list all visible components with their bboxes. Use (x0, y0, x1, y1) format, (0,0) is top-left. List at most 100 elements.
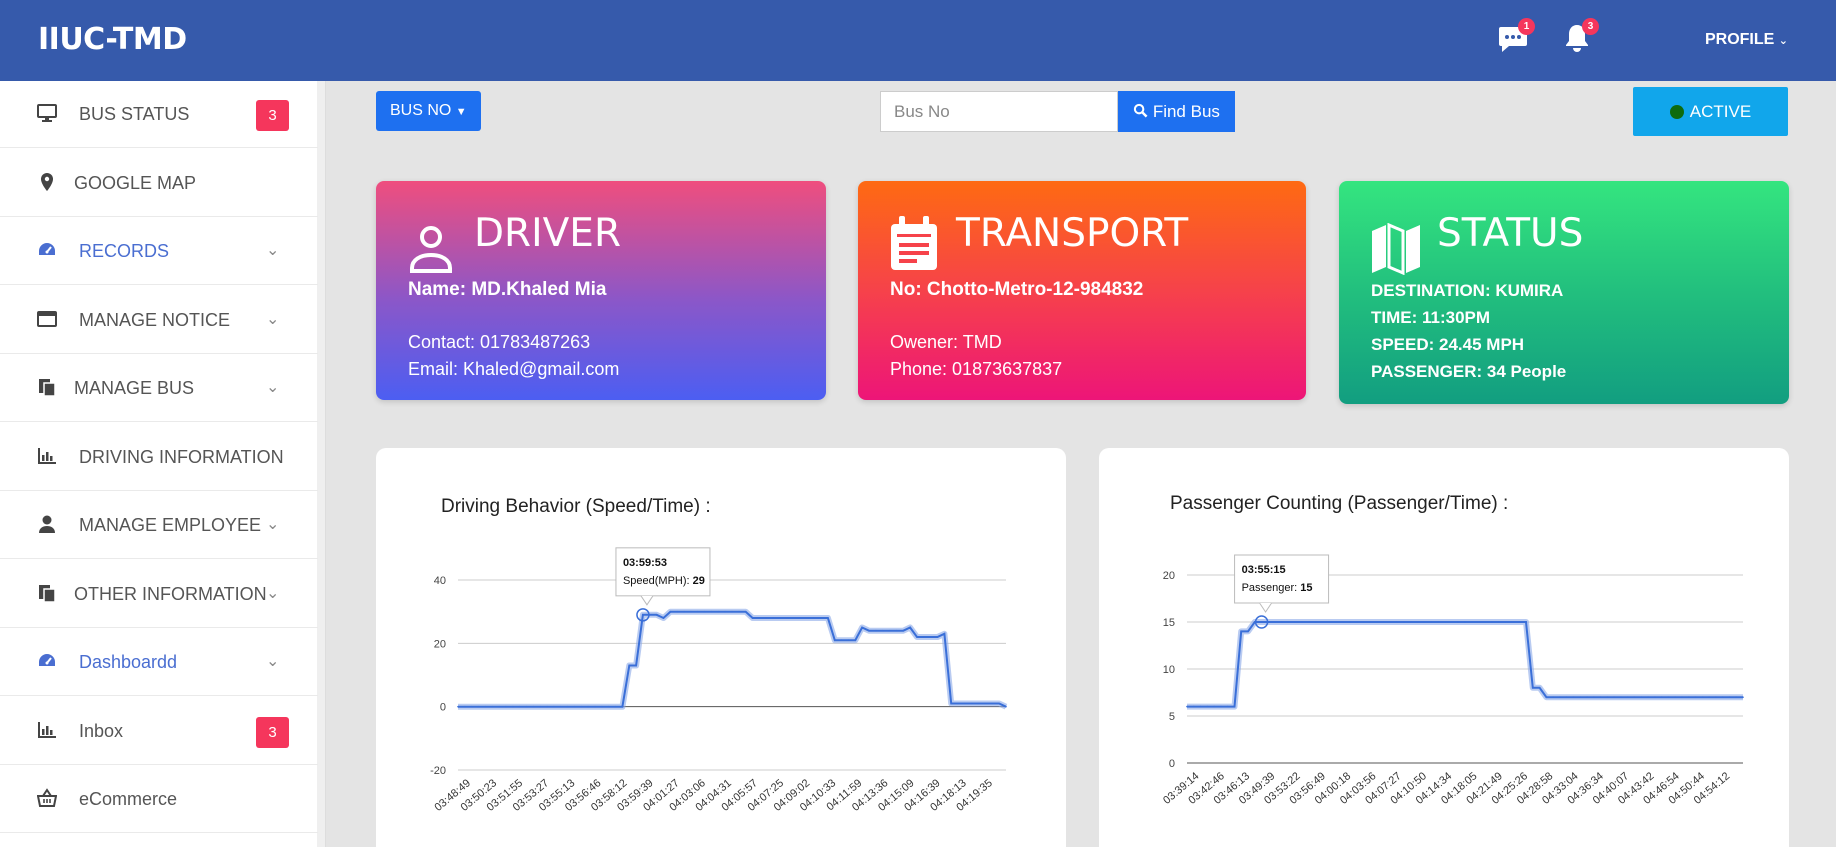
data-point (505, 705, 507, 708)
tooltip-value-number: 15 (1300, 582, 1312, 594)
data-point (1687, 696, 1690, 698)
sidebar-item-bus-status[interactable]: BUS STATUS 3 (0, 81, 318, 148)
data-point (1437, 621, 1439, 623)
data-point (977, 702, 980, 705)
bus-no-dropdown[interactable]: BUS NO ▼ (376, 91, 481, 131)
data-point (484, 705, 487, 708)
series-line (458, 610, 1007, 708)
data-point (1382, 621, 1385, 623)
sidebar-item-manage-bus[interactable]: MANAGE BUS ⌄ (0, 355, 318, 422)
chevron-down-icon: ⌄ (266, 242, 280, 259)
data-point (539, 705, 541, 708)
sidebar-item-label: MANAGE BUS (74, 378, 195, 398)
data-point (1294, 621, 1297, 623)
sidebar-item-dashboardd[interactable]: Dashboardd ⌄ (0, 629, 318, 696)
sidebar-item-manage-notice[interactable]: MANAGE NOTICE ⌄ (0, 287, 318, 354)
data-point (1633, 696, 1636, 698)
sidebar-item-records[interactable]: RECORDS ⌄ (0, 218, 318, 285)
data-point (820, 617, 822, 619)
notifications-badge: 3 (1582, 18, 1599, 35)
chat-icon (1497, 27, 1529, 58)
data-point (546, 705, 548, 708)
data-point (744, 610, 747, 613)
data-point (614, 705, 617, 708)
data-point (827, 617, 829, 619)
data-point (840, 639, 843, 641)
sidebar-scrollbar[interactable] (317, 81, 325, 847)
data-point (1430, 621, 1432, 623)
profile-menu[interactable]: PROFILE ⌄ (1705, 31, 1788, 49)
y-tick-label: 40 (434, 575, 446, 587)
data-point (1647, 696, 1649, 698)
data-point (881, 629, 884, 632)
data-point (786, 617, 788, 619)
data-point (929, 636, 932, 638)
series-line-glow (458, 608, 1008, 710)
data-point (580, 705, 583, 708)
tooltip-box (615, 547, 711, 597)
chevron-down-icon: ⌄ (266, 379, 280, 396)
data-point (792, 617, 795, 619)
data-point (1504, 621, 1507, 623)
sidebar-item-inbox[interactable]: Inbox 3 (0, 698, 318, 765)
data-point (1226, 705, 1229, 708)
sidebar-item-ecommerce[interactable]: eCommerce (0, 766, 318, 833)
data-point (1572, 696, 1575, 698)
sidebar-item-label: Inbox (79, 720, 124, 741)
data-point (1484, 621, 1487, 623)
data-point (1491, 621, 1493, 623)
data-point (1199, 705, 1202, 708)
driving-behavior-chart[interactable]: -200204003:48:4903:50:2303:51:5503:53:27… (376, 448, 1066, 847)
sidebar-item-label: DRIVING INFORMATION (79, 446, 284, 467)
data-point (464, 705, 466, 708)
chevron-down-icon: ⌄ (266, 584, 280, 602)
brand-logo[interactable]: IIUC-TMD (38, 22, 187, 57)
notifications-button[interactable]: 3 (1561, 18, 1599, 58)
data-point (703, 610, 706, 613)
data-point (751, 617, 754, 619)
data-point (1708, 696, 1710, 698)
data-point (1728, 696, 1731, 698)
data-point (525, 705, 528, 708)
data-point (1260, 621, 1263, 623)
sidebar-item-other-information[interactable]: OTHER INFORMATION ⌄ (0, 561, 318, 628)
window-icon (37, 309, 59, 331)
data-point (477, 705, 480, 708)
search-icon (1133, 102, 1153, 121)
data-point (1654, 696, 1656, 698)
data-point (1416, 621, 1419, 623)
y-tick-label: 20 (434, 638, 446, 650)
data-point (806, 617, 809, 619)
data-point (1389, 621, 1392, 623)
chevron-down-icon: ⌄ (266, 516, 280, 533)
data-point (642, 614, 644, 616)
data-point (1532, 687, 1534, 689)
driver-title: DRIVER (474, 211, 622, 256)
data-point (457, 705, 459, 708)
passenger-counting-chart[interactable]: 0510152003:39:1403:42:4603:46:1303:49:39… (1099, 448, 1789, 847)
data-point (1681, 696, 1683, 698)
data-point (970, 702, 973, 705)
driver-email: Email: Khaled@gmail.com (408, 359, 620, 379)
data-point (1545, 696, 1548, 698)
data-point (1213, 705, 1215, 708)
sidebar-item-driving-information[interactable]: DRIVING INFORMATION (0, 424, 318, 491)
tooltip-value-number: 29 (693, 575, 705, 587)
messages-button[interactable]: 1 (1497, 18, 1535, 58)
data-point (696, 610, 699, 613)
active-status-button[interactable]: ACTIVE (1633, 87, 1788, 136)
active-label: ACTIVE (1689, 102, 1752, 121)
bus-search-input[interactable] (880, 91, 1118, 132)
tooltip-pointer (640, 595, 654, 606)
find-bus-label: Find Bus (1152, 102, 1220, 121)
data-point (875, 629, 877, 632)
data-point (923, 636, 925, 638)
data-point (518, 705, 521, 708)
top-navbar: IIUC-TMD 1 3 PROFILE ⌄ (0, 0, 1836, 81)
data-point (1742, 696, 1744, 698)
data-point (902, 629, 905, 632)
sidebar-item-label: BUS STATUS (79, 104, 190, 124)
sidebar-item-manage-employee[interactable]: MANAGE EMPLOYEE ⌄ (0, 492, 318, 559)
sidebar-item-google-map[interactable]: GOOGLE MAP (0, 150, 318, 217)
find-bus-button[interactable]: Find Bus (1118, 91, 1235, 132)
